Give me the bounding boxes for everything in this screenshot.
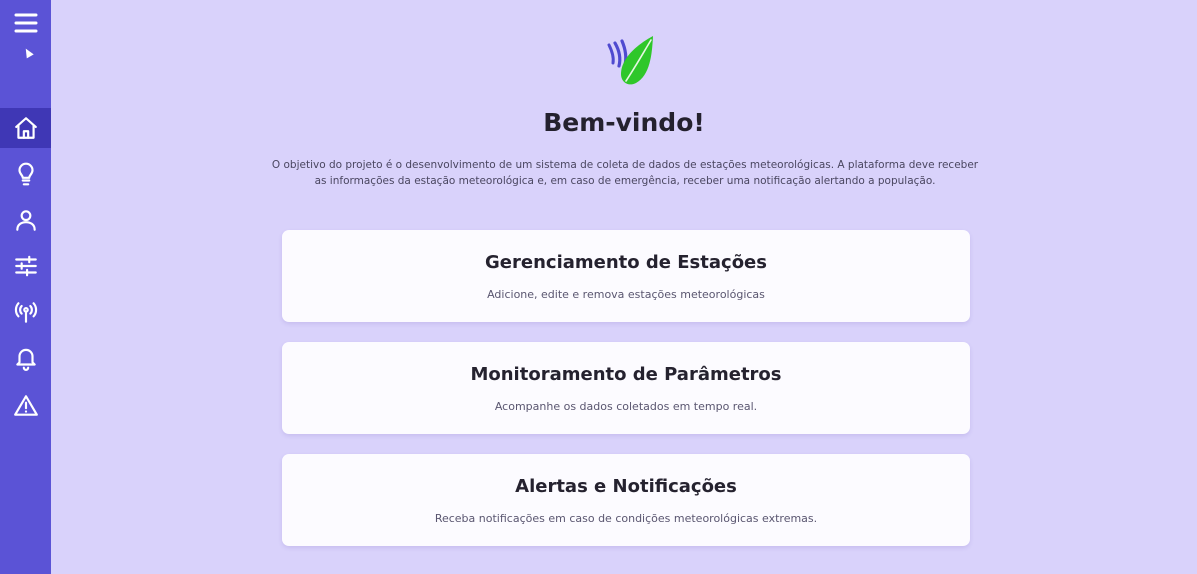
hamburger-menu-icon[interactable] bbox=[0, 6, 51, 40]
bell-icon bbox=[15, 348, 36, 371]
card-station-management[interactable]: Gerenciamento de Estações Adicione, edit… bbox=[282, 230, 970, 322]
card-title: Alertas e Notificações bbox=[515, 476, 737, 497]
intro-paragraph: O objetivo do projeto é o desenvolviment… bbox=[271, 159, 979, 187]
sidebar-item-stations[interactable] bbox=[0, 292, 51, 332]
page-title: Bem-vindo! bbox=[543, 108, 705, 137]
sidebar-item-user[interactable] bbox=[0, 200, 51, 240]
sidebar-item-notifications[interactable] bbox=[0, 338, 51, 378]
sidebar-item-settings[interactable] bbox=[0, 246, 51, 286]
card-description: Adicione, edite e remova estações meteor… bbox=[487, 288, 765, 301]
card-title: Gerenciamento de Estações bbox=[485, 252, 767, 273]
card-description: Receba notificações em caso de condições… bbox=[434, 512, 818, 525]
cursor-pointer-icon bbox=[22, 46, 34, 59]
sliders-icon bbox=[14, 255, 37, 277]
warning-icon bbox=[13, 395, 38, 416]
sidebar bbox=[0, 0, 51, 574]
user-icon bbox=[15, 210, 36, 231]
sidebar-item-lightbulb[interactable] bbox=[0, 154, 51, 194]
card-description: Acompanhe os dados coletados em tempo re… bbox=[494, 400, 758, 413]
sidebar-item-alerts[interactable] bbox=[0, 386, 51, 426]
card-parameter-monitoring[interactable]: Monitoramento de Parâmetros Acompanhe os… bbox=[282, 342, 970, 434]
hamburger-lines bbox=[14, 13, 37, 33]
card-alerts-notifications[interactable]: Alertas e Notificações Receba notificaçõ… bbox=[282, 454, 970, 546]
leaf-wind-logo bbox=[607, 36, 653, 85]
antenna-icon bbox=[14, 302, 37, 323]
card-title: Monitoramento de Parâmetros bbox=[470, 364, 782, 385]
lightbulb-icon bbox=[17, 162, 34, 186]
